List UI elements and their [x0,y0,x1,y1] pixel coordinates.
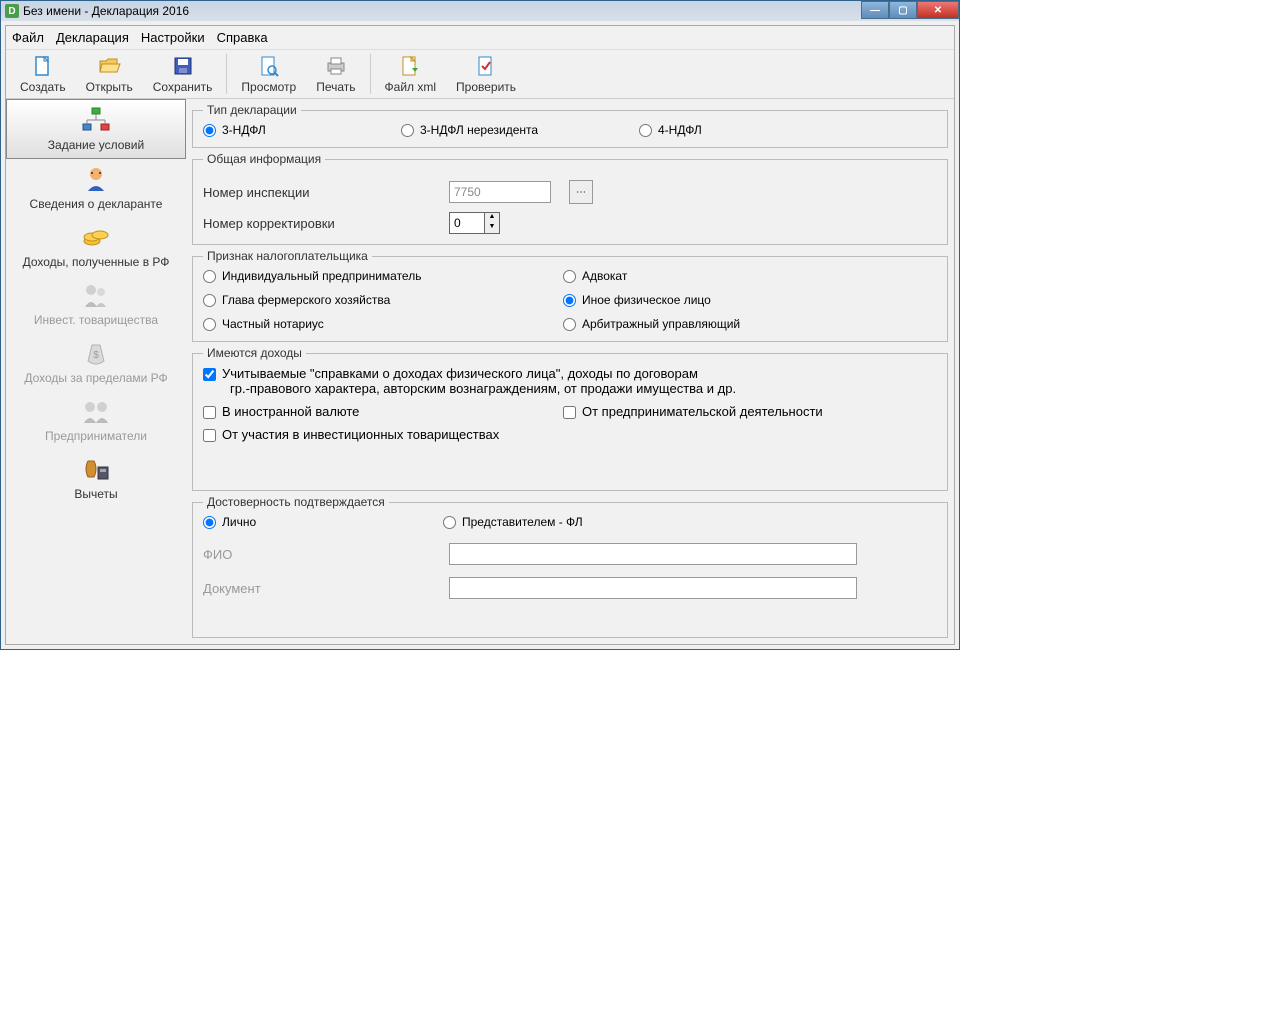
authenticity-legend: Достоверность подтверждается [203,495,389,509]
sidebar-item-income-abroad[interactable]: $ Доходы за пределами РФ [6,333,186,391]
window-controls: — ▢ ✕ [861,1,959,19]
inspection-lookup-button[interactable]: ⋯ [569,180,593,204]
checkbox-spravka[interactable] [203,368,216,381]
spinner-buttons: ▲ ▼ [485,212,500,234]
declaration-type-legend: Тип декларации [203,103,301,117]
sidebar-item-deductions[interactable]: Вычеты [6,449,186,507]
inspection-input[interactable] [449,181,551,203]
check-button[interactable]: Проверить [446,52,526,96]
income-group: Имеются доходы Учитываемые "справками о … [192,346,948,491]
menu-settings[interactable]: Настройки [141,30,205,45]
checkbox-business[interactable]: От предпринимательской деятельности [563,404,937,419]
sidebar-item-conditions[interactable]: Задание условий [6,99,186,159]
people-icon [80,281,112,309]
radio-3ndfl[interactable]: 3-НДФЛ [203,123,393,137]
check-icon [474,54,498,78]
inspection-label: Номер инспекции [203,185,449,200]
sidebar-item-entrepreneurs[interactable]: Предприниматели [6,391,186,449]
close-button[interactable]: ✕ [917,1,959,19]
taxpayer-legend: Признак налогоплательщика [203,249,372,263]
radio-representative[interactable]: Представителем - ФЛ [443,515,583,529]
spinner-up[interactable]: ▲ [485,213,499,223]
income-legend: Имеются доходы [203,346,306,360]
new-file-icon [31,54,55,78]
sidebar-item-declarant[interactable]: Сведения о декларанте [6,159,186,217]
toolbar-separator [226,54,227,94]
radio-ip[interactable]: Индивидуальный предприниматель [203,269,563,283]
maximize-button[interactable]: ▢ [889,1,917,19]
xml-file-icon [398,54,422,78]
vase-calc-icon [80,455,112,483]
spinner-down[interactable]: ▼ [485,223,499,233]
titlebar: D Без имени - Декларация 2016 — ▢ ✕ [1,1,959,21]
checkbox-invest-partnership[interactable]: От участия в инвестиционных товарищества… [203,427,937,442]
document-input [449,577,857,599]
ellipsis-icon: ⋯ [576,187,586,198]
general-info-legend: Общая информация [203,152,325,166]
main-panel: Тип декларации 3-НДФЛ 3-НДФЛ нерезидента… [186,99,954,644]
radio-other-person[interactable]: Иное физическое лицо [563,293,937,307]
declaration-type-group: Тип декларации 3-НДФЛ 3-НДФЛ нерезидента… [192,103,948,148]
print-icon [324,54,348,78]
preview-button[interactable]: Просмотр [231,52,306,96]
taxpayer-group: Признак налогоплательщика Индивидуальный… [192,249,948,342]
fio-label: ФИО [203,547,449,562]
minimize-button[interactable]: — [861,1,889,19]
create-button[interactable]: Создать [10,52,76,96]
save-icon [171,54,195,78]
correction-label: Номер корректировки [203,216,449,231]
document-label: Документ [203,581,449,596]
sidebar: Задание условий Сведения о декларанте До… [6,99,186,644]
radio-arbitration[interactable]: Арбитражный управляющий [563,317,937,331]
menu-help[interactable]: Справка [217,30,268,45]
sidebar-item-invest[interactable]: Инвест. товарищества [6,275,186,333]
radio-lawyer[interactable]: Адвокат [563,269,937,283]
app-icon: D [5,4,19,18]
open-button[interactable]: Открыть [76,52,143,96]
radio-notary[interactable]: Частный нотариус [203,317,563,331]
toolbar: Создать Открыть Сохранить Просмотр Печат… [6,49,954,98]
authenticity-group: Достоверность подтверждается Лично Предс… [192,495,948,638]
menu-file[interactable]: Файл [12,30,44,45]
content-area: Задание условий Сведения о декларанте До… [6,98,954,644]
window-title: Без имени - Декларация 2016 [23,4,189,18]
fio-input [449,543,857,565]
radio-3ndfl-nonres[interactable]: 3-НДФЛ нерезидента [401,123,631,137]
correction-input[interactable] [449,212,485,234]
person-icon [80,165,112,193]
filexml-button[interactable]: Файл xml [375,52,447,96]
coins-icon [80,223,112,251]
open-folder-icon [97,54,121,78]
tree-icon [80,106,112,134]
svg-text:$: $ [93,350,99,361]
preview-icon [257,54,281,78]
sidebar-item-income-rf[interactable]: Доходы, полученные в РФ [6,217,186,275]
radio-4ndfl[interactable]: 4-НДФЛ [639,123,702,137]
radio-farm[interactable]: Глава фермерского хозяйства [203,293,563,307]
checkbox-foreign-currency[interactable]: В иностранной валюте [203,404,563,419]
toolbar-separator [370,54,371,94]
print-button[interactable]: Печать [306,52,365,96]
group-icon [80,397,112,425]
menu-declaration[interactable]: Декларация [56,30,129,45]
app-window: D Без имени - Декларация 2016 — ▢ ✕ Файл… [0,0,960,650]
general-info-group: Общая информация Номер инспекции ⋯ Номер… [192,152,948,245]
moneybag-icon: $ [80,339,112,367]
menubar: Файл Декларация Настройки Справка [6,26,954,49]
radio-personal[interactable]: Лично [203,515,443,529]
save-button[interactable]: Сохранить [143,52,223,96]
